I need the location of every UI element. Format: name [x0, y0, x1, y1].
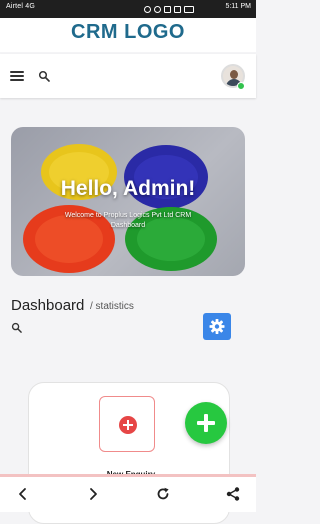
carrier-label: Airtel 4G [6, 3, 36, 10]
dashboard-subtitle: / statistics [90, 301, 134, 312]
battery-icon [184, 5, 194, 13]
browser-nav-bar [0, 477, 256, 512]
alarm-icon [154, 5, 161, 13]
rope-spools-image [23, 144, 217, 273]
settings-button[interactable] [203, 313, 231, 340]
hero-subtitle: Welcome to Proplus Logics Pvt Ltd CRM Da… [64, 212, 192, 229]
plus-icon [197, 414, 215, 432]
online-status-indicator [237, 82, 245, 90]
welcome-banner: Hello, Admin! Welcome to Proplus Logics … [11, 127, 245, 276]
hero-title: Hello, Admin! [60, 177, 196, 200]
app-logo: CRM LOGO [71, 21, 185, 43]
status-icons [144, 4, 194, 14]
add-fab-button[interactable] [185, 402, 227, 444]
signal-icon [164, 5, 171, 13]
search-icon[interactable] [38, 70, 50, 82]
gear-icon [209, 319, 225, 334]
hamburger-icon[interactable] [10, 71, 24, 81]
logo-header: CRM LOGO [0, 18, 256, 52]
wifi-icon [174, 5, 181, 13]
bluetooth-icon [144, 5, 151, 13]
clock: 5:11 PM [225, 3, 251, 10]
top-toolbar [0, 54, 256, 98]
forward-icon[interactable] [85, 486, 101, 502]
dashboard-title: Dashboard [11, 297, 85, 314]
back-icon[interactable] [15, 486, 31, 502]
refresh-icon[interactable] [155, 486, 171, 502]
status-bar: Airtel 4G 5:11 PM [0, 0, 256, 18]
plus-icon [119, 416, 137, 434]
share-icon[interactable] [225, 486, 241, 502]
new-enquiry-button[interactable] [99, 396, 155, 452]
search-icon[interactable] [11, 322, 22, 333]
